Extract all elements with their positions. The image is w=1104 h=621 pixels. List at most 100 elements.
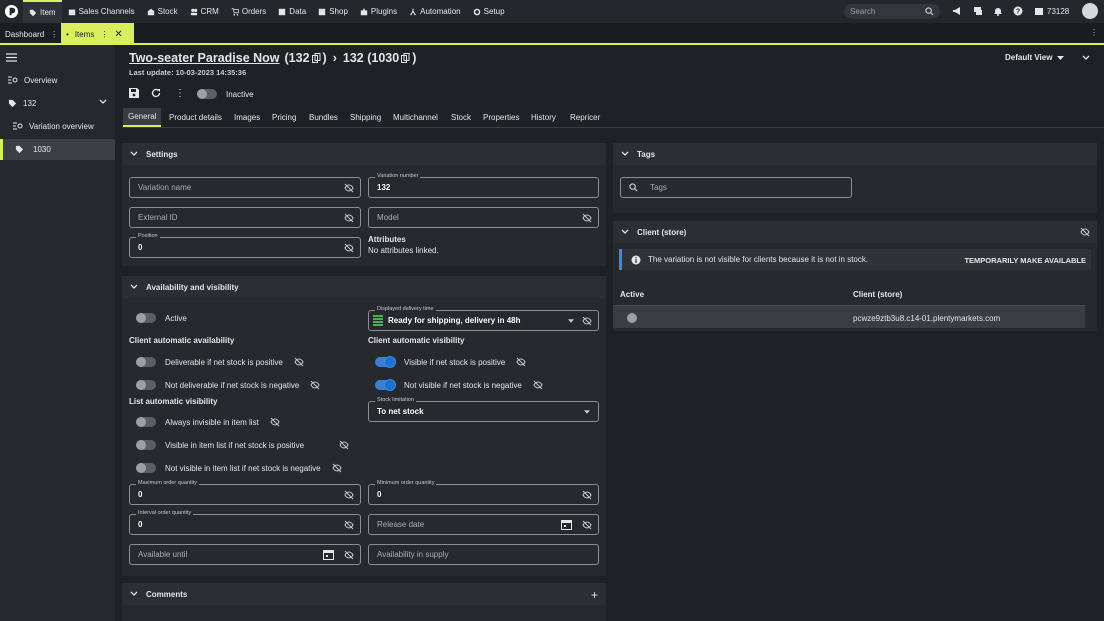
tab-product-details[interactable]: Product details (164, 108, 227, 127)
more-vert-icon[interactable]: ⋮ (50, 30, 58, 39)
toggle-switch[interactable] (136, 357, 156, 367)
eye-off-icon[interactable] (344, 213, 354, 223)
toggle-switch[interactable] (136, 380, 156, 390)
tab-stock[interactable]: Stock (446, 108, 476, 127)
toggle-switch[interactable] (136, 463, 156, 473)
active-status-toggle[interactable]: Inactive (197, 89, 254, 99)
eye-off-icon[interactable] (582, 213, 592, 223)
eye-off-icon[interactable] (344, 243, 354, 253)
close-icon[interactable]: ✕ (114, 29, 122, 40)
chevron-down-icon[interactable] (99, 99, 107, 105)
tab-general[interactable]: General (123, 108, 162, 127)
tab-shipping[interactable]: Shipping (345, 108, 386, 127)
view-selector[interactable]: Default View (1005, 53, 1065, 62)
availability-header[interactable]: Availability and visibility (122, 276, 606, 298)
eye-off-icon[interactable] (533, 380, 543, 390)
eye-off-icon[interactable] (339, 440, 349, 450)
copy-icon[interactable] (401, 53, 410, 63)
tab-dashboard[interactable]: Dashboard ⋮ (0, 23, 60, 45)
toggle-switch[interactable] (136, 313, 156, 323)
nav-automation[interactable]: Automation (403, 0, 466, 23)
availability-in-supply-field[interactable]: Availability in supply (368, 544, 599, 565)
visible-list-positive-toggle[interactable]: Visible in item list if net stock is pos… (136, 440, 349, 450)
client-store-header[interactable]: Client (store) (613, 221, 1097, 243)
sidebar-item-1030[interactable]: 1030 (0, 139, 115, 160)
eye-off-icon[interactable] (344, 490, 354, 500)
eye-off-icon[interactable] (582, 316, 592, 326)
delivery-time-select[interactable]: Displayed delivery time Ready for shippi… (368, 306, 599, 331)
sidebar-item-132[interactable]: 132 (0, 93, 115, 114)
eye-off-icon[interactable] (344, 520, 354, 530)
more-vert-icon[interactable]: ⋮ (1090, 28, 1098, 37)
sidebar-item-overview[interactable]: Overview (0, 70, 115, 91)
tab-images[interactable]: Images (229, 108, 265, 127)
settings-header[interactable]: Settings (122, 143, 606, 165)
megaphone-icon[interactable] (952, 6, 962, 16)
tab-bundles[interactable]: Bundles (304, 108, 343, 127)
chevron-down-icon[interactable] (621, 229, 629, 235)
add-icon[interactable]: + (591, 588, 598, 602)
eye-off-icon[interactable] (270, 417, 280, 427)
visible-positive-toggle[interactable]: Visible if net stock is positive (375, 357, 526, 367)
min-order-quantity-field[interactable]: Minimum order quantity 0 (368, 480, 599, 505)
eye-off-icon[interactable] (582, 490, 592, 500)
nav-setup[interactable]: Setup (467, 0, 511, 23)
eye-off-icon[interactable] (582, 520, 592, 530)
calendar-icon[interactable] (561, 519, 572, 530)
comments-header[interactable]: Comments (122, 583, 606, 605)
not-visible-negative-toggle[interactable]: Not visible if net stock is negative (375, 380, 543, 390)
chevron-down-icon[interactable] (130, 151, 138, 157)
eye-off-icon[interactable] (294, 357, 304, 367)
nav-item[interactable]: Item (23, 0, 62, 23)
calendar-icon[interactable] (323, 549, 334, 560)
interval-order-quantity-field[interactable]: Interval order quantity 0 (129, 510, 361, 535)
table-row[interactable]: pcwze9ztb3u8.c14-01.plentymarkets.com (613, 305, 1085, 328)
position-field[interactable]: Position 0 (129, 233, 361, 258)
model-field[interactable]: Model (368, 207, 599, 228)
active-toggle[interactable]: Active (136, 313, 187, 323)
chevron-down-icon[interactable] (130, 284, 138, 290)
available-until-field[interactable]: Available until (129, 544, 361, 565)
deliverable-toggle[interactable]: Deliverable if net stock is positive (136, 357, 304, 367)
save-icon[interactable] (129, 88, 139, 98)
more-vert-icon[interactable]: ⋮ (100, 30, 108, 39)
tab-repricer[interactable]: Repricer (565, 108, 605, 127)
copy-icon[interactable] (311, 53, 321, 63)
plentymarkets-logo-icon[interactable] (0, 0, 23, 23)
eye-off-icon[interactable] (332, 463, 342, 473)
external-id-field[interactable]: External ID (129, 207, 361, 228)
always-invisible-toggle[interactable]: Always invisible in item list (136, 417, 280, 427)
tab-pricing[interactable]: Pricing (267, 108, 301, 127)
nav-sales-channels[interactable]: Sales Channels (62, 0, 141, 23)
chat-icon[interactable] (973, 6, 983, 16)
item-name-link[interactable]: Two-seater Paradise Now (129, 51, 280, 65)
not-deliverable-toggle[interactable]: Not deliverable if net stock is negative (136, 380, 320, 390)
refresh-icon[interactable] (151, 88, 161, 98)
chevron-down-icon[interactable] (1082, 55, 1090, 61)
eye-off-icon[interactable] (344, 183, 354, 193)
tab-items[interactable]: • Items ⋮ ✕ (61, 23, 134, 45)
eye-off-icon[interactable] (344, 550, 354, 560)
menu-icon[interactable] (6, 53, 17, 62)
account-icon[interactable] (1034, 6, 1044, 16)
toggle-switch-on[interactable] (375, 380, 395, 390)
tab-properties[interactable]: Properties (478, 108, 524, 127)
help-icon[interactable]: ? (1013, 6, 1023, 16)
tags-header[interactable]: Tags (613, 143, 1097, 165)
tags-input[interactable]: Tags (620, 177, 852, 198)
eye-off-icon[interactable] (516, 357, 526, 367)
variation-name-field[interactable]: Variation name (129, 177, 361, 198)
tab-history[interactable]: History (526, 108, 561, 127)
nav-shop[interactable]: Shop (312, 0, 354, 23)
toggle-switch[interactable] (197, 89, 217, 99)
account-id[interactable]: 73128 (1047, 7, 1069, 16)
toggle-switch[interactable] (136, 440, 156, 450)
toggle-switch[interactable] (136, 417, 156, 427)
search-input[interactable]: Search (844, 4, 940, 19)
toggle-switch-on[interactable] (375, 357, 395, 367)
make-available-button[interactable]: TEMPORARILY MAKE AVAILABLE (964, 256, 1086, 265)
variation-number-field[interactable]: Variation number 132 (368, 173, 599, 198)
tab-multichannel[interactable]: Multichannel (388, 108, 443, 127)
nav-plugins[interactable]: Plugins (354, 0, 403, 23)
nav-data[interactable]: Data (272, 0, 312, 23)
